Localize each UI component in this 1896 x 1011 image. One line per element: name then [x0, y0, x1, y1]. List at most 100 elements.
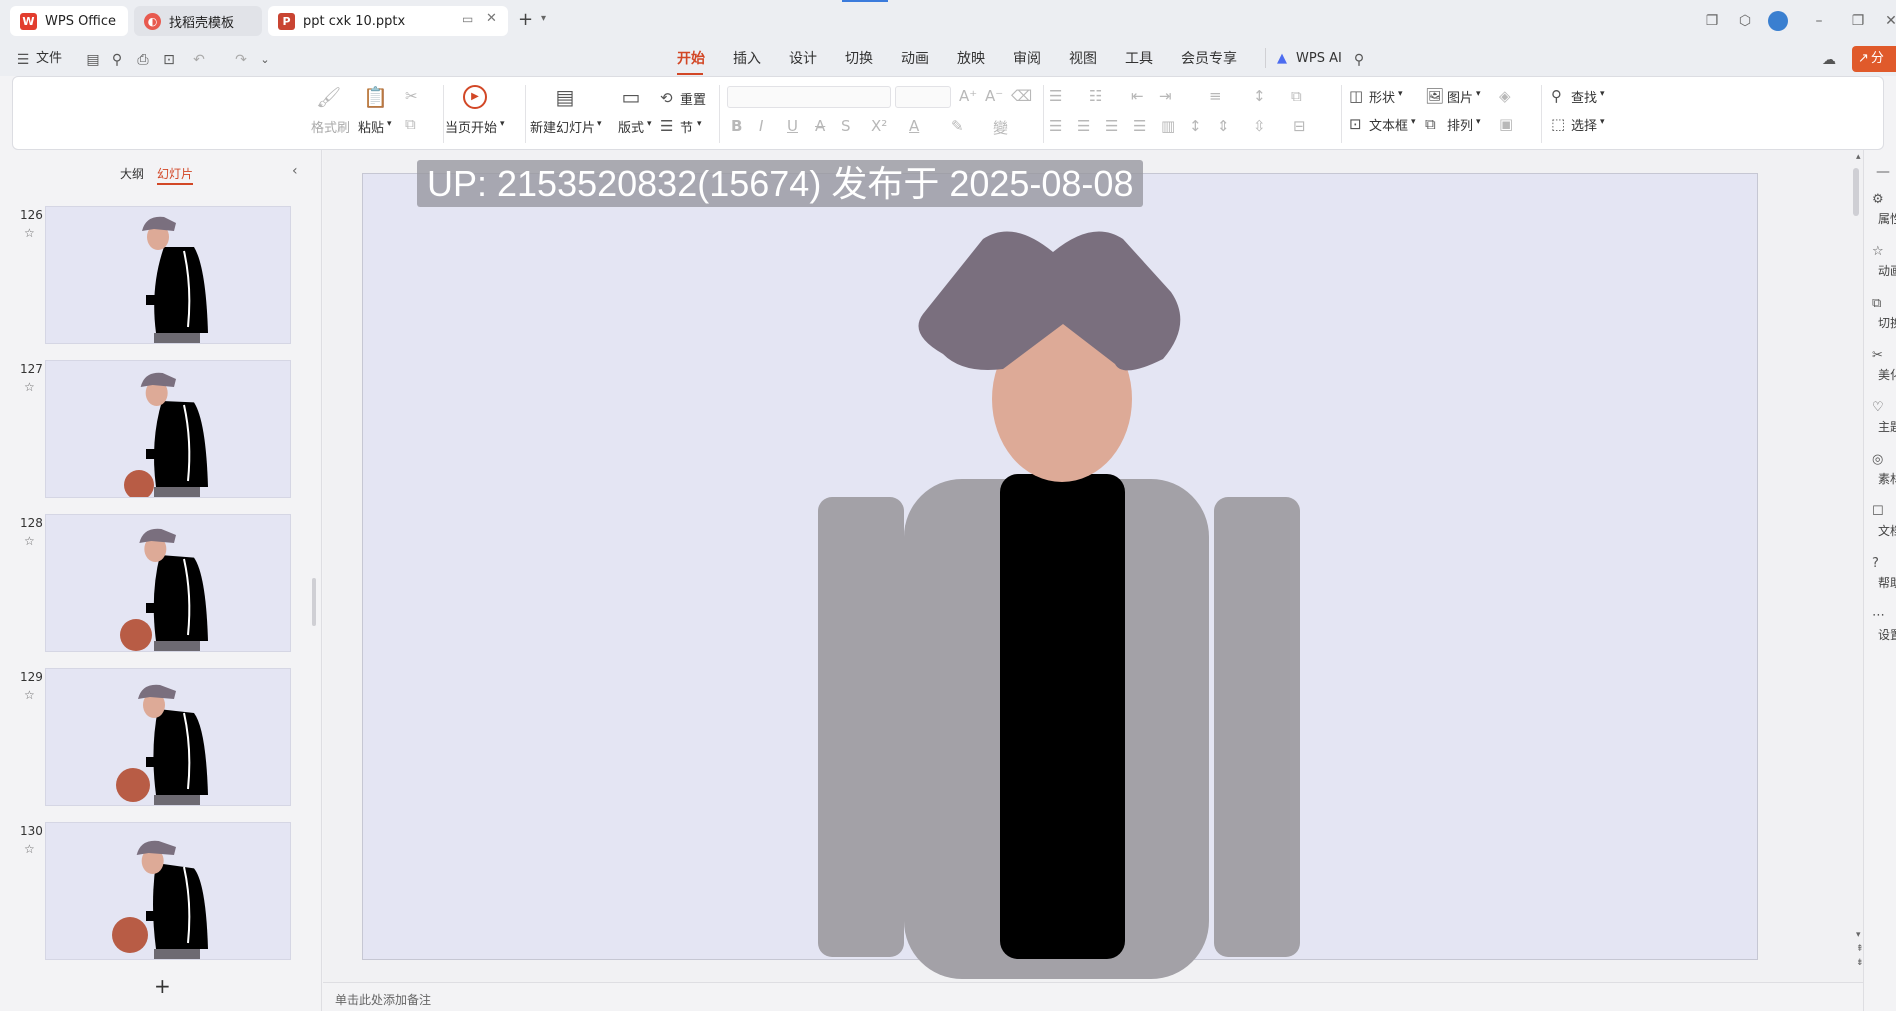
- beautify-icon[interactable]: ✂: [1872, 348, 1896, 363]
- window-mode-icon[interactable]: ▭: [462, 12, 473, 26]
- cloud-upload-icon[interactable]: ☁: [1820, 51, 1838, 69]
- outline-tab[interactable]: 大纲: [120, 165, 144, 182]
- format-painter-button[interactable]: 格式刷: [311, 117, 350, 136]
- tab-list-chevron-icon[interactable]: ▾: [541, 13, 546, 24]
- slide-thumbnail[interactable]: [45, 514, 291, 652]
- scroll-down-icon[interactable]: ▾: [1856, 930, 1861, 940]
- redo-icon[interactable]: ↷: [232, 51, 250, 69]
- canvas-scrollbar[interactable]: [1853, 168, 1859, 216]
- strikethrough-icon[interactable]: A: [815, 117, 825, 135]
- outline-icon[interactable]: ▣: [1499, 115, 1513, 133]
- section-chevron-icon[interactable]: ▾: [697, 119, 702, 129]
- material-icon[interactable]: ◎: [1872, 452, 1896, 467]
- section-button[interactable]: 节: [680, 117, 693, 136]
- textbox-chevron-icon[interactable]: ▾: [1411, 117, 1416, 127]
- share-button[interactable]: ↗分享: [1852, 46, 1896, 92]
- save-icon[interactable]: ▤: [84, 51, 102, 69]
- add-slide-button[interactable]: +: [154, 974, 171, 998]
- bold-icon[interactable]: B: [731, 117, 742, 135]
- tab-member[interactable]: 会员专享: [1181, 48, 1237, 70]
- align-right-icon[interactable]: ☰: [1105, 117, 1118, 135]
- shape-button[interactable]: 形状: [1369, 87, 1395, 106]
- tab-ppt-file[interactable]: P ppt cxk 10.pptx ▭ ✕: [268, 6, 508, 36]
- new-slide-button[interactable]: 新建幻灯片: [530, 117, 595, 136]
- star-icon[interactable]: ☆: [24, 842, 35, 856]
- print-icon[interactable]: ⎙: [134, 51, 152, 69]
- text-box-align-icon[interactable]: ⊟: [1293, 117, 1306, 135]
- bullets-icon[interactable]: ☰: [1049, 87, 1062, 105]
- close-tab-icon[interactable]: ✕: [486, 11, 497, 26]
- clear-format-icon[interactable]: ⌫: [1011, 87, 1032, 105]
- slide-thumbnail[interactable]: [45, 668, 291, 806]
- collapse-panel-icon[interactable]: ‹: [292, 163, 298, 179]
- sidebar-collapse-icon[interactable]: —: [1876, 164, 1890, 180]
- print-preview-icon[interactable]: ⊡: [160, 51, 178, 69]
- next-slide-icon[interactable]: ⇟: [1856, 958, 1863, 968]
- tab-review[interactable]: 审阅: [1013, 48, 1041, 70]
- paste-chevron-icon[interactable]: ▾: [387, 119, 392, 129]
- restore-icon[interactable]: ❐: [1847, 10, 1869, 32]
- minimize-icon[interactable]: –: [1808, 10, 1830, 32]
- tab-design[interactable]: 设计: [789, 48, 817, 70]
- find-button[interactable]: 查找: [1571, 87, 1597, 106]
- decrease-indent-icon[interactable]: ⇤: [1131, 87, 1144, 105]
- help-icon[interactable]: ?: [1872, 556, 1896, 571]
- new-slide-chevron-icon[interactable]: ▾: [597, 119, 602, 129]
- cut-icon[interactable]: ✂: [405, 87, 418, 105]
- theme-icon[interactable]: ♡: [1872, 400, 1896, 415]
- slide-thumbnail[interactable]: [45, 206, 291, 344]
- tab-insert[interactable]: 插入: [733, 48, 761, 70]
- tab-docer-templates[interactable]: ◐ 找稻壳模板: [134, 6, 262, 36]
- cube-icon[interactable]: ⬡: [1734, 10, 1756, 32]
- highlight-icon[interactable]: ✎: [951, 117, 964, 135]
- line-spacing-icon[interactable]: ↕: [1189, 117, 1202, 135]
- window-layout-icon[interactable]: ❐: [1701, 10, 1723, 32]
- vertical-align-icon[interactable]: ⇳: [1253, 117, 1266, 135]
- align-left-icon[interactable]: ☰: [1049, 117, 1062, 135]
- slide-thumbnail[interactable]: [45, 360, 291, 498]
- font-size-select[interactable]: [895, 86, 951, 108]
- copy-icon[interactable]: ⧉: [405, 115, 416, 133]
- tab-view[interactable]: 视图: [1069, 48, 1097, 70]
- notes-pane[interactable]: 单击此处添加备注: [323, 982, 1863, 1011]
- tab-animation[interactable]: 动画: [901, 48, 929, 70]
- star-icon[interactable]: ☆: [24, 688, 35, 702]
- star-icon[interactable]: ☆: [24, 534, 35, 548]
- align-center-icon[interactable]: ☰: [1077, 117, 1090, 135]
- prev-slide-icon[interactable]: ⇞: [1856, 944, 1863, 954]
- paste-button[interactable]: 粘贴: [358, 117, 384, 136]
- columns-icon[interactable]: ▥: [1161, 117, 1175, 135]
- increase-indent-icon[interactable]: ⇥: [1159, 87, 1172, 105]
- find-chevron-icon[interactable]: ▾: [1600, 89, 1605, 99]
- new-tab-icon[interactable]: +: [518, 9, 533, 30]
- arrange-button[interactable]: 排列: [1447, 115, 1473, 134]
- font-color-icon[interactable]: A: [909, 117, 919, 135]
- font-name-select[interactable]: [727, 86, 891, 108]
- tab-slideshow[interactable]: 放映: [957, 48, 985, 70]
- sort-icon[interactable]: ↕: [1253, 87, 1266, 105]
- textbox-button[interactable]: 文本框: [1369, 115, 1408, 134]
- star-icon[interactable]: ☆: [24, 380, 35, 394]
- slides-tab[interactable]: 幻灯片: [157, 165, 193, 182]
- select-button[interactable]: 选择: [1571, 115, 1597, 134]
- tab-transitions[interactable]: 切换: [845, 48, 873, 70]
- search-doc-icon[interactable]: ⚲: [108, 51, 126, 69]
- tab-wps-office[interactable]: W WPS Office: [10, 6, 128, 36]
- settings-icon[interactable]: ⋯: [1872, 608, 1896, 623]
- decrease-font-icon[interactable]: A⁻: [985, 87, 1003, 105]
- transition-icon[interactable]: ⧉: [1872, 296, 1896, 311]
- current-slide[interactable]: [362, 173, 1758, 979]
- animation-icon[interactable]: ☆: [1872, 244, 1896, 259]
- tab-home[interactable]: 开始: [677, 48, 705, 70]
- justify-icon[interactable]: ☰: [1133, 117, 1146, 135]
- undo-icon[interactable]: ↶: [190, 51, 208, 69]
- underline-icon[interactable]: U: [787, 117, 798, 135]
- customize-chevron-icon[interactable]: ⌄: [256, 51, 274, 69]
- user-avatar[interactable]: [1768, 11, 1788, 31]
- menu-hamburger-icon[interactable]: ☰: [16, 51, 30, 69]
- text-direction-icon[interactable]: ≡: [1209, 87, 1222, 105]
- reset-button[interactable]: 重置: [680, 89, 706, 108]
- file-menu[interactable]: 文件: [36, 48, 62, 70]
- select-chevron-icon[interactable]: ▾: [1600, 117, 1605, 127]
- layout-chevron-icon[interactable]: ▾: [647, 119, 652, 129]
